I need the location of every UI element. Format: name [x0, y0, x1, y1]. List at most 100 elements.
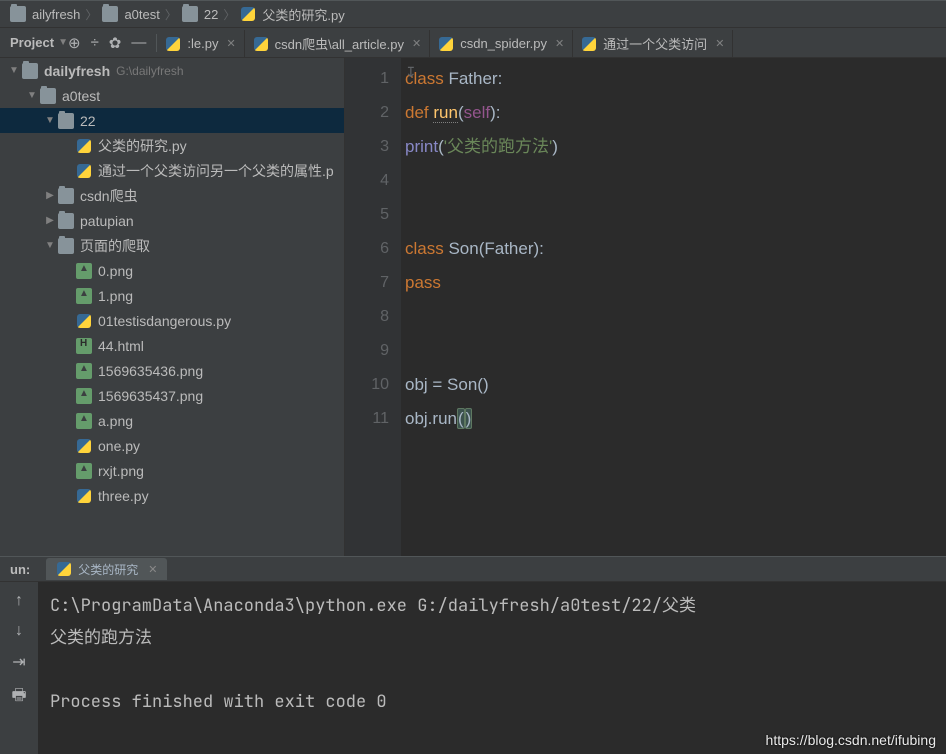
expand-arrow-icon[interactable]: ▼ [42, 240, 58, 251]
line-number[interactable]: 2 [345, 96, 389, 130]
line-number[interactable]: 8 [345, 300, 389, 334]
line-number[interactable]: 11 [345, 402, 389, 436]
code-editor[interactable]: 1234567891011 ↧ class Father: def run(se… [345, 58, 946, 556]
line-number[interactable]: 6 [345, 232, 389, 266]
folder-icon [102, 6, 118, 22]
tree-row[interactable]: 44.html [0, 333, 344, 358]
close-icon[interactable]: ✕ [555, 37, 564, 50]
python-icon [165, 36, 181, 52]
line-number[interactable]: 7 [345, 266, 389, 300]
python-icon [438, 36, 454, 52]
main-split: ▼dailyfreshG:\dailyfresh▼a0test▼22父类的研究.… [0, 58, 946, 556]
breadcrumb-item[interactable]: ailyfresh [6, 6, 84, 22]
tree-row[interactable]: 0.png [0, 258, 344, 283]
project-header: Project ▼ ⊕ ÷ ✿ — :le.py✕csdn爬虫\all_arti… [0, 28, 946, 58]
tree-row[interactable]: ▼a0test [0, 83, 344, 108]
run-tool-body: ↑ ↓ ⇥ 🖶 C:\ProgramData\Anaconda3\python.… [0, 582, 946, 754]
tree-row[interactable]: ▶patupian [0, 208, 344, 233]
tree-row[interactable]: 通过一个父类访问另一个父类的属性.p [0, 158, 344, 183]
expand-arrow-icon[interactable]: ▼ [24, 90, 40, 101]
python-icon [253, 36, 269, 52]
up-icon[interactable]: ↑ [15, 592, 23, 610]
breadcrumb-item[interactable]: a0test [98, 6, 163, 22]
down-icon[interactable]: ↓ [15, 622, 23, 640]
close-icon[interactable]: ✕ [412, 37, 421, 50]
editor-tabs: :le.py✕csdn爬虫\all_article.py✕csdn_spider… [157, 28, 946, 58]
folder-icon [58, 188, 74, 204]
folder-icon [22, 63, 38, 79]
tree-row[interactable]: 父类的研究.py [0, 133, 344, 158]
png-icon [76, 413, 92, 429]
line-number[interactable]: 3 [345, 130, 389, 164]
console-output[interactable]: C:\ProgramData\Anaconda3\python.exe G:/d… [38, 582, 946, 754]
folder-icon [58, 113, 74, 129]
tree-row[interactable]: rxjt.png [0, 458, 344, 483]
line-number[interactable]: 9 [345, 334, 389, 368]
project-tool-label[interactable]: Project [0, 35, 54, 50]
py-icon [76, 438, 92, 454]
line-number[interactable]: 1 [345, 62, 389, 96]
tree-row[interactable]: ▼22 [0, 108, 344, 133]
tree-row[interactable]: one.py [0, 433, 344, 458]
python-icon [581, 36, 597, 52]
tree-row[interactable]: a.png [0, 408, 344, 433]
soft-wrap-icon[interactable]: ⇥ [12, 652, 25, 672]
chevron-right-icon: 〉 [222, 6, 236, 23]
chevron-right-icon: 〉 [164, 6, 178, 23]
editor-tab[interactable]: csdn爬虫\all_article.py✕ [245, 30, 431, 58]
html-icon [76, 338, 92, 354]
tree-row[interactable]: ▼页面的爬取 [0, 233, 344, 258]
run-toolbar: ↑ ↓ ⇥ 🖶 [0, 582, 38, 754]
line-number[interactable]: 5 [345, 198, 389, 232]
code-area[interactable]: class Father: def run(self): print('父类的跑… [401, 58, 946, 556]
editor-tab[interactable]: :le.py✕ [157, 30, 244, 58]
folder-icon [10, 6, 26, 22]
py-icon [240, 6, 256, 22]
collapse-icon[interactable]: ÷ [91, 34, 99, 52]
print-icon[interactable]: 🖶 [11, 684, 26, 711]
py-icon [76, 138, 92, 154]
tree-row[interactable]: three.py [0, 483, 344, 508]
close-icon[interactable]: ✕ [715, 37, 724, 50]
chevron-right-icon: 〉 [84, 6, 98, 23]
implements-arrow-icon[interactable]: ↧ [405, 64, 417, 81]
py-icon [76, 163, 92, 179]
expand-arrow-icon[interactable]: ▼ [42, 115, 58, 126]
editor-tab[interactable]: csdn_spider.py✕ [430, 30, 573, 58]
line-number[interactable]: 10 [345, 368, 389, 402]
tree-row[interactable]: 1569635436.png [0, 358, 344, 383]
breadcrumb-bar: ailyfresh〉a0test〉22〉父类的研究.py [0, 0, 946, 28]
breadcrumb-item[interactable]: 22 [178, 6, 222, 22]
png-icon [76, 463, 92, 479]
expand-arrow-icon[interactable]: ▶ [42, 190, 58, 201]
tree-row[interactable]: ▼dailyfreshG:\dailyfresh [0, 58, 344, 83]
folder-icon [58, 238, 74, 254]
folder-icon [40, 88, 56, 104]
locate-icon[interactable]: ⊕ [68, 34, 81, 52]
project-toolbar: ⊕ ÷ ✿ — [68, 34, 156, 52]
tree-row[interactable]: 1569635437.png [0, 383, 344, 408]
tree-row[interactable]: ▶csdn爬虫 [0, 183, 344, 208]
py-icon [76, 313, 92, 329]
project-dropdown-icon[interactable]: ▼ [58, 37, 68, 48]
png-icon [76, 288, 92, 304]
tree-row[interactable]: 01testisdangerous.py [0, 308, 344, 333]
expand-arrow-icon[interactable]: ▼ [6, 65, 22, 76]
python-icon [56, 561, 72, 577]
tree-row[interactable]: 1.png [0, 283, 344, 308]
editor-tab[interactable]: 通过一个父类访问✕ [573, 30, 733, 58]
expand-arrow-icon[interactable]: ▶ [42, 215, 58, 226]
project-tree: ▼dailyfreshG:\dailyfresh▼a0test▼22父类的研究.… [0, 58, 345, 556]
close-icon[interactable]: ✕ [148, 563, 157, 576]
run-tab-label: 父类的研究 [78, 561, 138, 578]
watermark: https://blog.csdn.net/ifubing [766, 732, 936, 748]
png-icon [76, 388, 92, 404]
gutter: 1234567891011 [345, 58, 401, 556]
run-tab[interactable]: 父类的研究 ✕ [46, 558, 167, 580]
hide-icon[interactable]: — [131, 34, 146, 52]
breadcrumb-item[interactable]: 父类的研究.py [236, 5, 348, 24]
png-icon [76, 263, 92, 279]
close-icon[interactable]: ✕ [226, 37, 235, 50]
settings-icon[interactable]: ✿ [109, 34, 122, 52]
line-number[interactable]: 4 [345, 164, 389, 198]
